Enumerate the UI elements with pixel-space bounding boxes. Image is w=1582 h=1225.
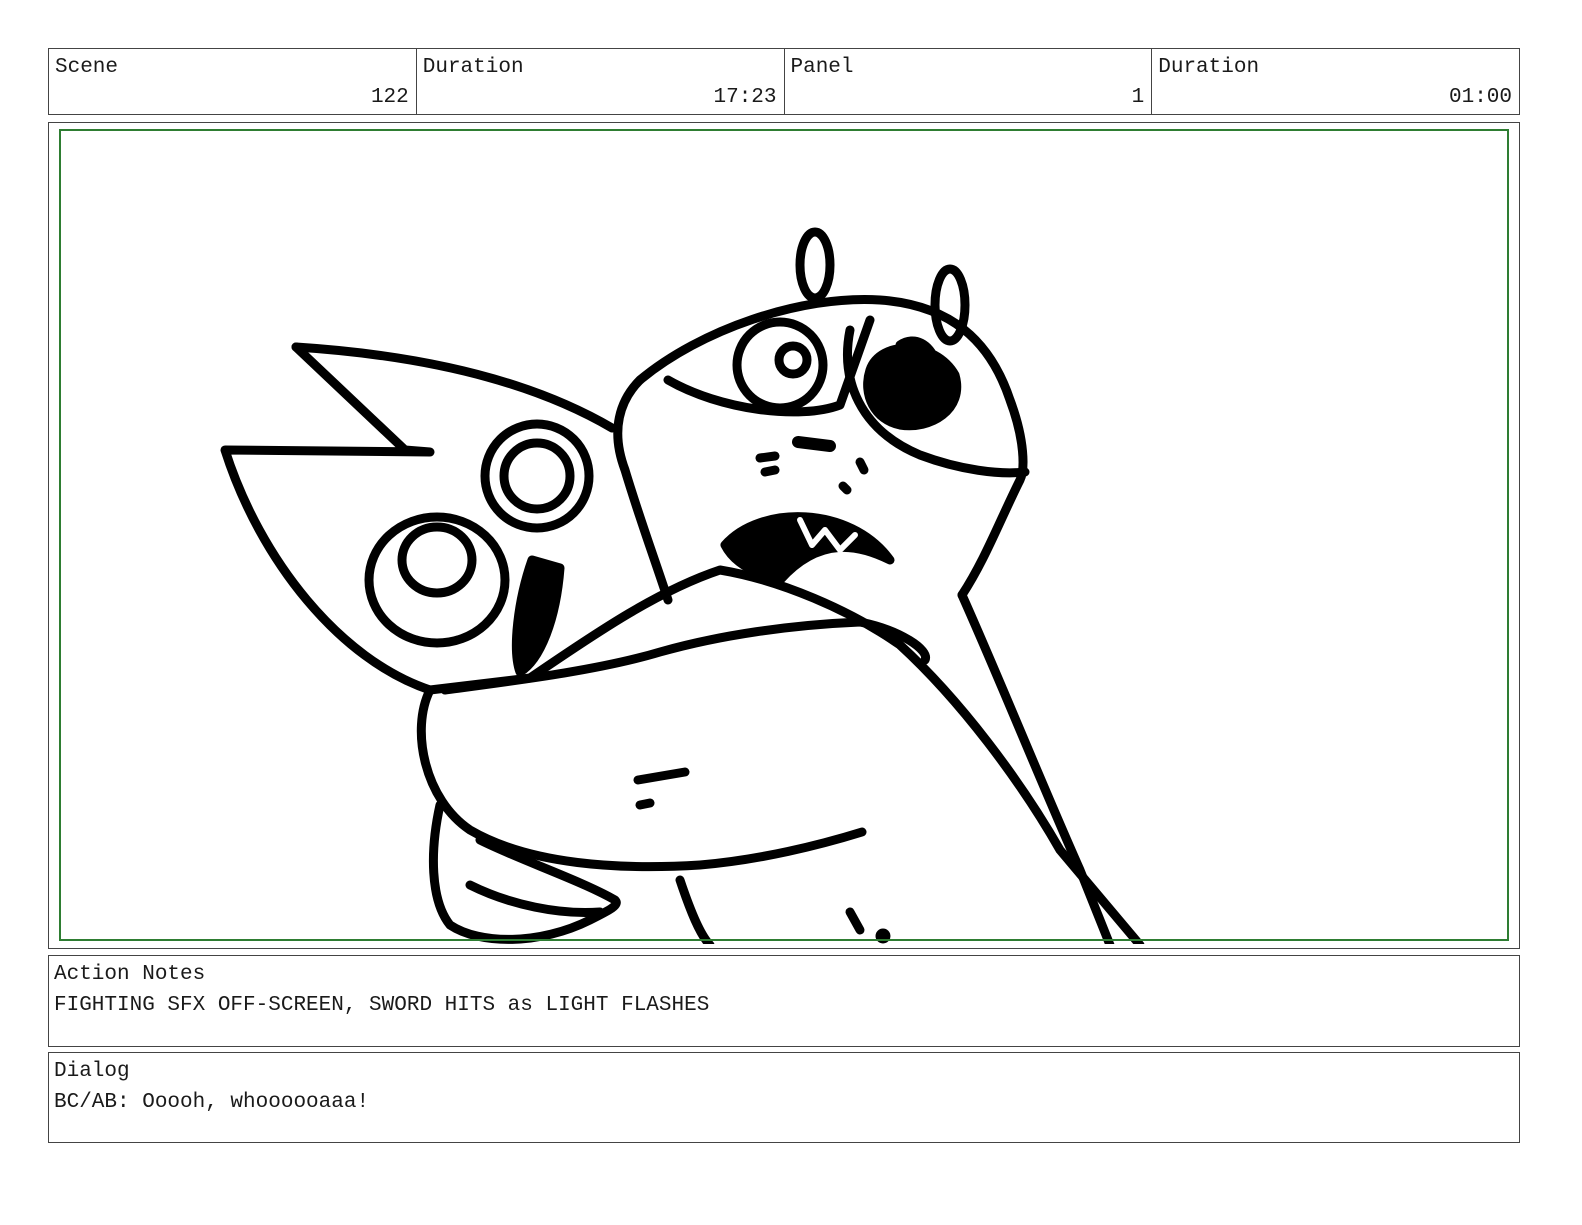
action-notes-text: FIGHTING SFX OFF-SCREEN, SWORD HITS as L… [54,994,710,1017]
dialog-box: Dialog BC/AB: Ooooh, whoooooaaa! [48,1052,1520,1143]
character-left [220,342,617,695]
dialog-text: BC/AB: Ooooh, whoooooaaa! [54,1091,370,1114]
character-right [613,227,1030,605]
action-notes-box: Action Notes FIGHTING SFX OFF-SCREEN, SW… [48,955,1520,1047]
dialog-label: Dialog [54,1060,130,1083]
action-notes-label: Action Notes [54,963,206,986]
